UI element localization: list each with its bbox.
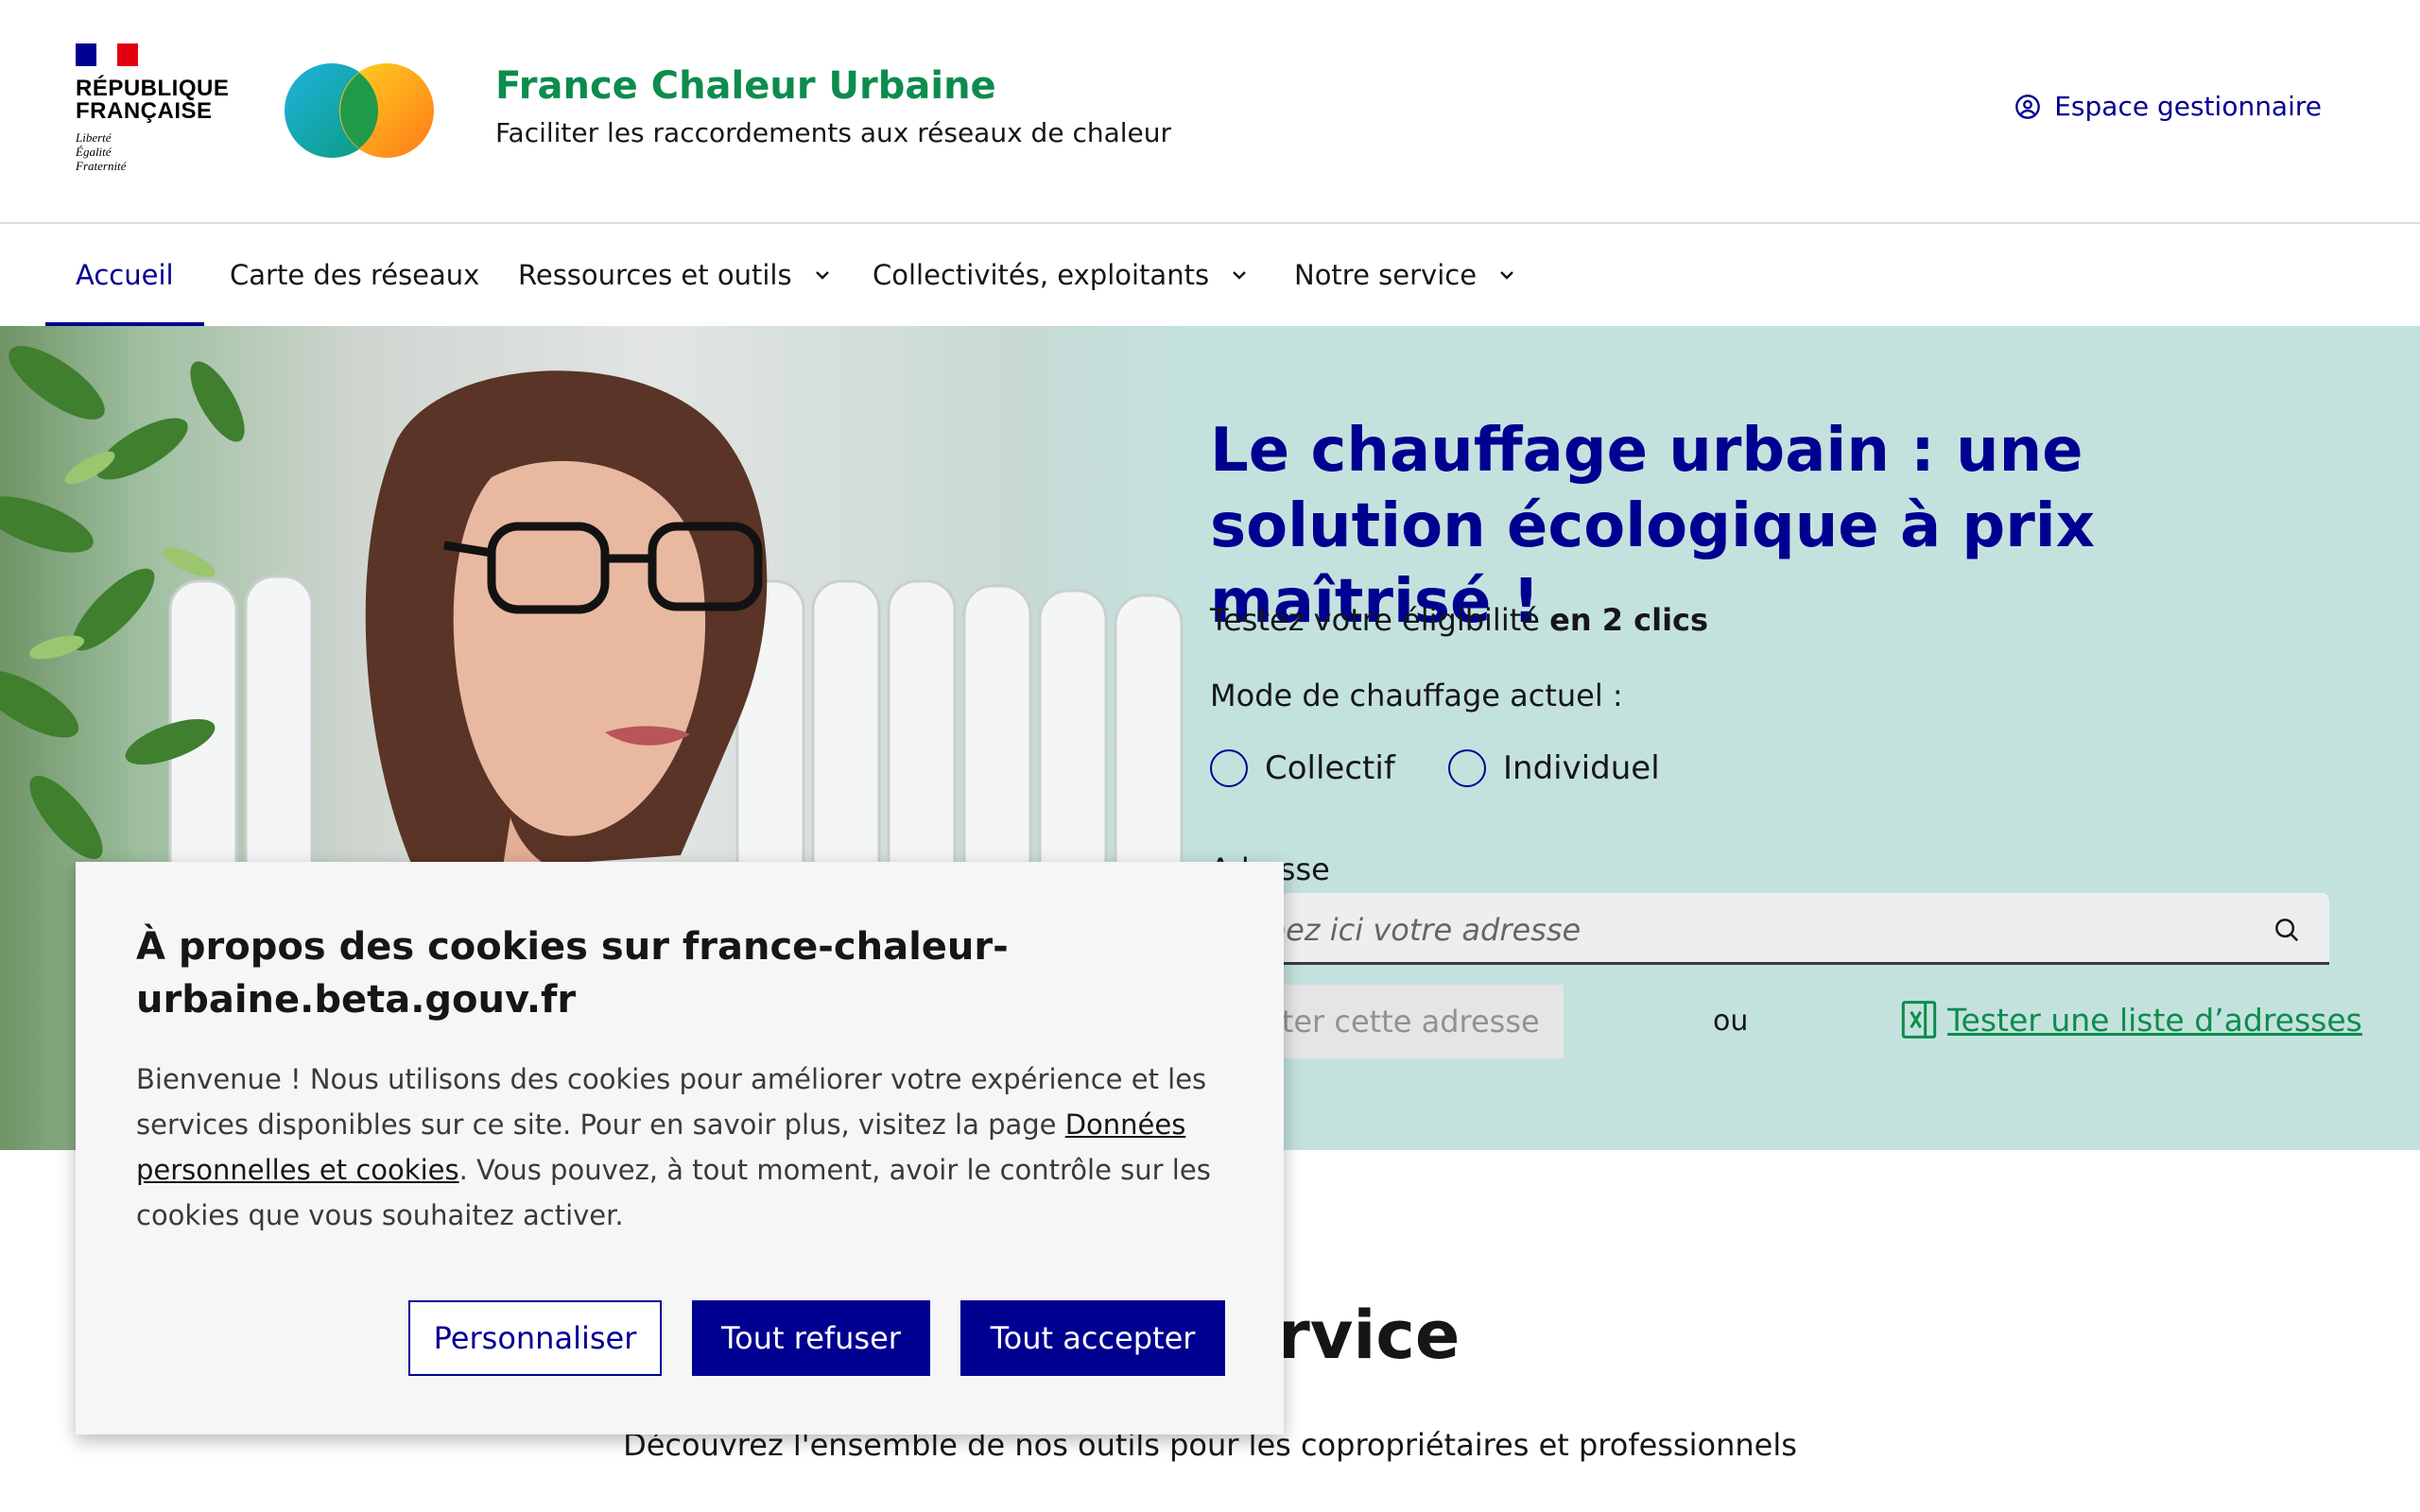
refuse-all-cookies-button[interactable]: Tout refuser xyxy=(692,1300,930,1376)
user-circle-icon xyxy=(2015,94,2041,119)
accept-all-cookies-button[interactable]: Tout accepter xyxy=(960,1300,1225,1376)
radio-collectif[interactable]: Collectif xyxy=(1210,749,1395,787)
french-flag-icon xyxy=(76,43,138,66)
nav-item-collectivites[interactable]: Collectivités, exploitants xyxy=(873,224,1251,326)
republique-francaise-logo[interactable]: RÉPUBLIQUE FRANÇAISE Liberté Égalité Fra… xyxy=(76,43,229,173)
motto-liberte: Liberté xyxy=(76,130,112,145)
brand-subtitle: Faciliter les raccordements aux réseaux … xyxy=(495,117,1172,148)
espace-gestionnaire-link[interactable]: Espace gestionnaire xyxy=(2014,91,2322,122)
fcu-logo-icon[interactable] xyxy=(284,62,435,159)
heating-mode-label: Mode de chauffage actuel : xyxy=(1210,678,1623,713)
excel-file-icon xyxy=(1901,1001,1937,1039)
or-separator: ou xyxy=(1713,1005,1749,1038)
radio-button[interactable] xyxy=(1448,749,1486,787)
chevron-down-icon xyxy=(1500,271,1513,280)
chevron-down-icon xyxy=(1233,271,1246,280)
nav-item-ressources[interactable]: Ressources et outils xyxy=(518,224,834,326)
radio-button[interactable] xyxy=(1210,749,1248,787)
site-header: RÉPUBLIQUE FRANÇAISE Liberté Égalité Fra… xyxy=(0,0,2420,224)
gov-line-2: FRANÇAISE xyxy=(76,98,213,124)
cookie-dialog-title: À propos des cookies sur france-chaleur-… xyxy=(136,925,1009,1022)
customize-cookies-button[interactable]: Personnaliser xyxy=(408,1300,662,1376)
address-input[interactable]: Tapez ici votre adresse xyxy=(1210,893,2329,965)
motto-egalite: Égalité xyxy=(76,145,112,159)
nav-item-notre-service[interactable]: Notre service xyxy=(1294,224,1518,326)
search-icon[interactable] xyxy=(2273,916,2301,944)
chevron-down-icon xyxy=(815,271,829,280)
brand-title[interactable]: France Chaleur Urbaine xyxy=(495,64,996,108)
cookie-consent-dialog: À propos des cookies sur france-chaleur-… xyxy=(76,862,1284,1435)
radio-individuel[interactable]: Individuel xyxy=(1448,749,1660,787)
gov-line-1: RÉPUBLIQUE xyxy=(76,76,230,101)
nav-label-collectivites: Collectivités, exploitants xyxy=(873,259,1210,291)
hero-lead-text: Testez votre éligibilité xyxy=(1210,602,1550,638)
nav-label-carte: Carte des réseaux xyxy=(230,259,480,291)
nav-label-notre-service: Notre service xyxy=(1294,259,1478,291)
test-address-list-link[interactable]: Tester une liste d’adresses xyxy=(1900,999,2362,1040)
motto-fraternite: Fraternité xyxy=(76,159,127,173)
nav-label-accueil: Accueil xyxy=(76,259,174,291)
nav-label-ressources: Ressources et outils xyxy=(518,259,792,291)
cookie-text-intro: Bienvenue ! Nous utilisons des cookies p… xyxy=(136,1063,1207,1141)
address-placeholder: Tapez ici votre adresse xyxy=(1233,912,1582,948)
cookie-dialog-text: Bienvenue ! Nous utilisons des cookies p… xyxy=(136,1057,1223,1238)
main-navigation: Accueil Carte des réseaux Ressources et … xyxy=(0,224,2420,326)
nav-item-carte[interactable]: Carte des réseaux xyxy=(230,224,479,326)
nav-item-accueil[interactable]: Accueil xyxy=(45,224,203,326)
espace-gestionnaire-label: Espace gestionnaire xyxy=(2054,91,2322,122)
hero-lead: Testez votre éligibilité en 2 clics xyxy=(1210,602,1708,638)
radio-individuel-label: Individuel xyxy=(1503,749,1660,787)
test-address-list-label: Tester une liste d’adresses xyxy=(1947,1001,2362,1039)
hero-lead-bold: en 2 clics xyxy=(1549,602,1709,638)
radio-collectif-label: Collectif xyxy=(1265,749,1395,787)
